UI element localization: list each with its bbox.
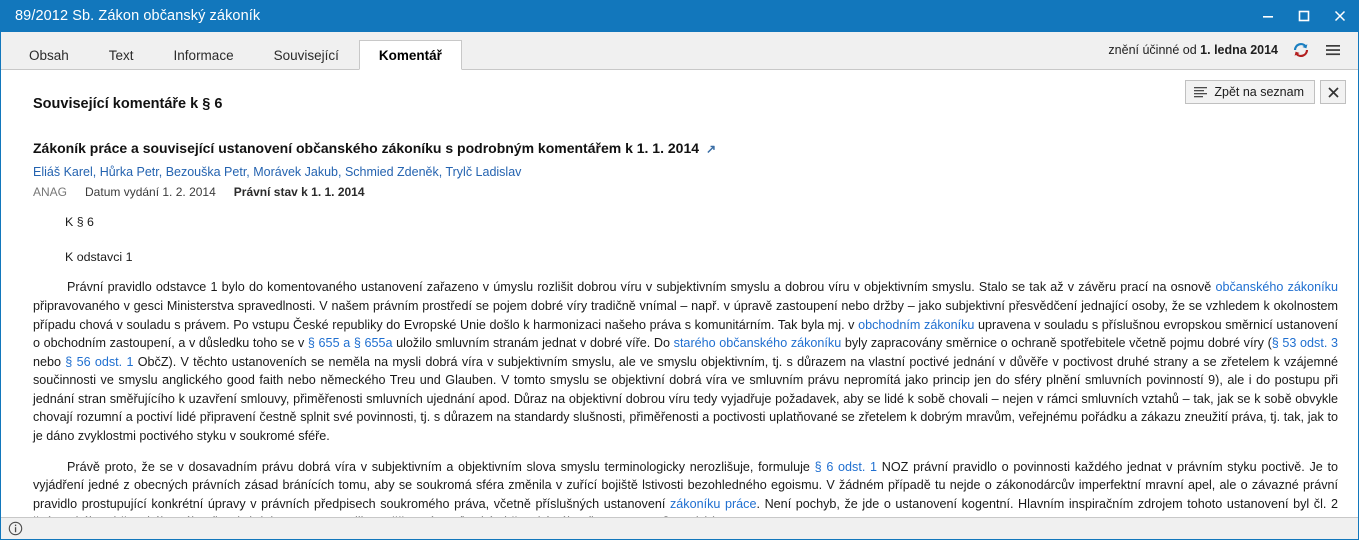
title-bar: 89/2012 Sb. Zákon občanský zákoník <box>1 0 1358 32</box>
version-date: 1. ledna 2014 <box>1200 43 1278 57</box>
version-effective-label: znění účinné od 1. ledna 2014 <box>1108 43 1284 57</box>
publication-meta: ANAG Datum vydání 1. 2. 2014 Právní stav… <box>33 185 1338 199</box>
comment-body: K § 6 K odstavci 1 Právní pravidlo odsta… <box>33 213 1338 517</box>
info-icon <box>8 521 22 536</box>
publication-source: ANAG <box>33 185 68 199</box>
tab-obsah[interactable]: Obsah <box>9 40 89 70</box>
tab-text[interactable]: Text <box>89 40 154 70</box>
maximize-icon <box>1298 10 1310 22</box>
publication-title: Zákoník práce a související ustanovení o… <box>33 140 1338 156</box>
link-obcanskeho-zakoniku[interactable]: občanského zákoníku <box>1215 280 1338 294</box>
publication-authors[interactable]: Eliáš Karel, Hůrka Petr, Bezouška Petr, … <box>33 165 1338 179</box>
hamburger-menu-icon <box>1326 45 1340 56</box>
refresh-icon <box>1293 42 1309 58</box>
minimize-button[interactable] <box>1250 0 1286 32</box>
p1-t4: uložilo smluvním stranám jednat v dobré … <box>392 336 674 351</box>
refresh-button[interactable] <box>1286 35 1316 65</box>
publication-legal-state: Právní stav k 1. 1. 2014 <box>233 185 365 199</box>
external-link-icon[interactable]: ↗ <box>706 142 716 156</box>
back-to-list-button[interactable]: Zpět na seznam <box>1185 80 1315 104</box>
maximize-button[interactable] <box>1286 0 1322 32</box>
link-paragraf-53-odst-3[interactable]: § 53 odst. 3 <box>1272 336 1338 350</box>
subsection-1-title: K odstavci 1 <box>65 250 133 265</box>
link-obchodnim-zakoniku[interactable]: obchodním zákoníku <box>858 318 974 332</box>
link-zakoniku-prace[interactable]: zákoníku práce <box>670 497 757 511</box>
tab-bar-right-controls: znění účinné od 1. ledna 2014 <box>1108 31 1358 69</box>
tab-komentar[interactable]: Komentář <box>358 40 462 70</box>
link-paragraf-56-odst-1[interactable]: § 56 odst. 1 <box>65 355 133 369</box>
close-icon <box>1334 10 1346 22</box>
publication-date: Datum vydání 1. 2. 2014 <box>85 185 216 199</box>
link-paragraf-655[interactable]: § 655 a § 655a <box>308 336 393 350</box>
tab-bar: Obsah Text Informace Související Komentá… <box>1 32 1358 70</box>
close-panel-button[interactable] <box>1320 80 1346 104</box>
close-window-button[interactable] <box>1322 0 1358 32</box>
paragraph-1: Právní pravidlo odstavce 1 bylo do komen… <box>33 278 1338 445</box>
link-paragraf-6-odst-1[interactable]: § 6 odst. 1 <box>815 460 877 474</box>
p1-t5: byly zapracovány směrnice o ochraně spot… <box>841 336 1272 351</box>
content-area: Zpět na seznam Související komentáře k §… <box>1 70 1358 517</box>
p1-t7: ObčZ). V těchto ustanoveních se neměla n… <box>33 354 1338 443</box>
paragraph-2: Právě proto, že se v dosavadním právu do… <box>33 458 1338 517</box>
section-title: K § 6 <box>65 215 94 229</box>
info-button[interactable] <box>6 520 24 538</box>
panel-toolbar: Zpět na seznam <box>1185 80 1346 104</box>
close-panel-icon <box>1327 86 1339 98</box>
list-icon <box>1194 87 1208 98</box>
status-bar <box>1 517 1358 539</box>
p1-t1: Právní pravidlo odstavce 1 bylo do komen… <box>67 280 1216 295</box>
page-title: Související komentáře k § 6 <box>33 96 223 112</box>
tab-informace[interactable]: Informace <box>154 40 254 70</box>
version-prefix: znění účinné od <box>1108 43 1201 57</box>
tab-souvisejici[interactable]: Související <box>254 40 359 70</box>
application-window: 89/2012 Sb. Zákon občanský zákoník Obsah… <box>0 0 1359 540</box>
minimize-icon <box>1263 16 1273 18</box>
publication-title-text: Zákoník práce a související ustanovení o… <box>33 140 700 156</box>
document-view: Související komentáře k § 6 Zákoník prác… <box>1 70 1358 517</box>
menu-button[interactable] <box>1318 35 1348 65</box>
p2-t1: Právě proto, že se v dosavadním právu do… <box>67 459 815 474</box>
window-title: 89/2012 Sb. Zákon občanský zákoník <box>15 8 261 24</box>
link-stareho-obcanskeho-zakoniku[interactable]: starého občanského zákoníku <box>674 336 842 350</box>
p1-t6: nebo <box>33 354 66 369</box>
window-controls <box>1250 0 1358 32</box>
back-to-list-label: Zpět na seznam <box>1214 85 1304 99</box>
